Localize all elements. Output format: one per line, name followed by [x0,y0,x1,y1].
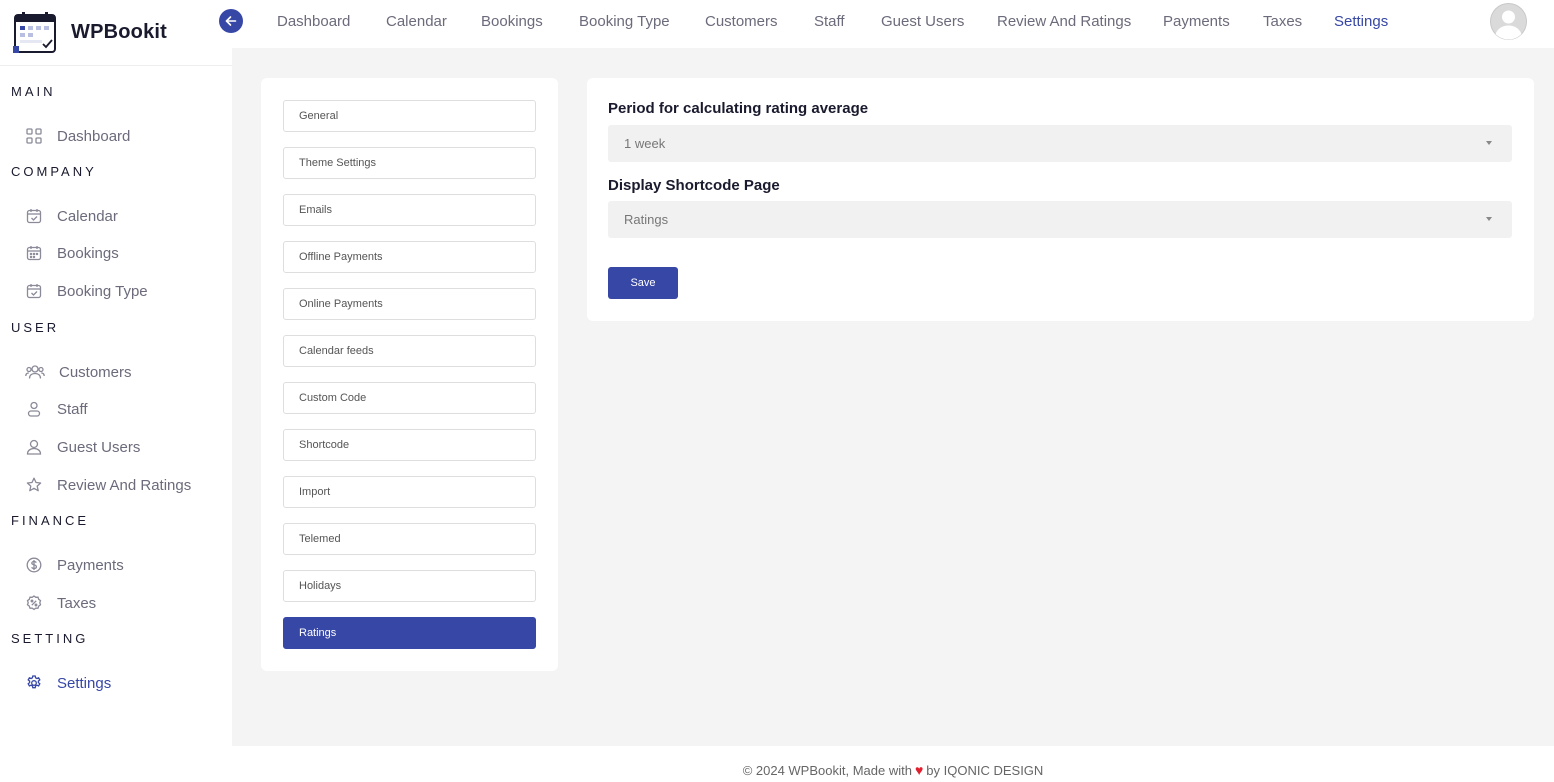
calendar-icon [25,244,43,262]
sidebar-item-label: Taxes [57,594,97,612]
sidebar-item-label: Review And Ratings [57,476,192,494]
section-label-company: COMPANY [11,164,97,179]
topnav-bookings[interactable]: Bookings [481,13,543,30]
sidebar: WPBookit MAIN Dashboard COMPANY Calendar… [0,0,232,782]
sidebar-item-label: Customers [59,363,132,381]
sidebar-item-dashboard[interactable]: Dashboard [25,126,130,146]
sidebar-item-label: Guest Users [57,438,141,456]
percent-icon [25,594,43,612]
brand: WPBookit [0,0,232,66]
user-avatar-icon [1490,3,1527,40]
settings-menu-theme-settings[interactable]: Theme Settings [283,147,536,179]
period-label: Period for calculating rating average [608,100,869,117]
footer-suffix: by IQONIC DESIGN [926,762,1044,778]
settings-menu-custom-code[interactable]: Custom Code [283,382,536,414]
sidebar-item-bookings[interactable]: Bookings [25,243,119,263]
shortcode-page-label: Display Shortcode Page [608,177,780,194]
settings-menu-telemed[interactable]: Telemed [283,523,536,555]
sidebar-item-payments[interactable]: Payments [25,555,124,575]
topnav-calendar[interactable]: Calendar [386,13,447,30]
gear-icon [25,674,43,692]
shortcode-page-select-value: Ratings [624,212,669,227]
settings-menu-calendar-feeds[interactable]: Calendar feeds [283,335,536,367]
sidebar-item-settings[interactable]: Settings [25,673,111,693]
topnav-payments[interactable]: Payments [1163,13,1230,30]
section-label-finance: FINANCE [11,513,90,528]
calendar-check-icon [25,282,43,300]
footer: © 2024 WPBookit, Made with ♥ by IQONIC D… [232,746,1554,782]
settings-menu-shortcode[interactable]: Shortcode [283,429,536,461]
settings-menu-offline-payments[interactable]: Offline Payments [283,241,536,273]
sidebar-toggle-button[interactable] [219,9,243,33]
topnav-settings[interactable]: Settings [1334,13,1388,30]
section-label-user: USER [11,320,60,335]
section-label-setting: SETTING [11,631,89,646]
section-label-main: MAIN [11,84,56,99]
caret-down-icon [1486,217,1492,221]
save-button[interactable]: Save [608,267,678,299]
brand-name: WPBookit [71,21,168,43]
topnav-review-and-ratings[interactable]: Review And Ratings [997,13,1131,30]
wpbookit-logo-icon [13,11,57,54]
period-select-value: 1 week [624,136,666,151]
users-icon [25,363,45,381]
sidebar-item-customers[interactable]: Customers [25,362,132,382]
sidebar-item-label: Settings [57,674,112,692]
sidebar-item-taxes[interactable]: Taxes [25,593,96,613]
settings-menu-ratings[interactable]: Ratings [283,617,536,649]
user-icon [25,400,43,418]
sidebar-item-guest-users[interactable]: Guest Users [25,437,140,457]
settings-menu-import[interactable]: Import [283,476,536,508]
sidebar-item-calendar[interactable]: Calendar [25,206,118,226]
topnav-customers[interactable]: Customers [705,13,778,30]
topnav-booking-type[interactable]: Booking Type [579,13,670,30]
sidebar-item-label: Staff [57,400,88,418]
topnav-guest-users[interactable]: Guest Users [881,13,964,30]
shortcode-page-select[interactable]: Ratings [608,201,1512,238]
sidebar-item-label: Dashboard [57,127,131,145]
settings-menu-general[interactable]: General [283,100,536,132]
ratings-settings-panel: Period for calculating rating average 1 … [587,78,1534,321]
caret-down-icon [1486,141,1492,145]
dollar-circle-icon [25,556,43,574]
topnav-taxes[interactable]: Taxes [1263,13,1302,30]
settings-menu-online-payments[interactable]: Online Payments [283,288,536,320]
arrow-left-icon [224,14,238,28]
avatar[interactable] [1490,3,1527,40]
sidebar-item-review-and-ratings[interactable]: Review And Ratings [25,475,191,495]
period-select[interactable]: 1 week [608,125,1512,162]
sidebar-item-booking-type[interactable]: Booking Type [25,281,148,301]
sidebar-item-label: Bookings [57,244,119,262]
topnav-dashboard[interactable]: Dashboard [277,13,350,30]
settings-menu-holidays[interactable]: Holidays [283,570,536,602]
topnav-staff[interactable]: Staff [814,13,845,30]
user-outline-icon [25,438,43,456]
footer-prefix: © 2024 WPBookit, Made with [742,762,912,778]
heart-icon: ♥ [914,762,924,778]
sidebar-item-label: Booking Type [57,282,148,300]
settings-menu: General Theme Settings Emails Offline Pa… [261,78,558,671]
calendar-check-icon [25,207,43,225]
star-icon [25,476,43,494]
sidebar-item-label: Calendar [57,207,118,225]
grid-icon [25,127,43,145]
settings-menu-emails[interactable]: Emails [283,194,536,226]
sidebar-item-label: Payments [57,556,124,574]
sidebar-item-staff[interactable]: Staff [25,399,88,419]
